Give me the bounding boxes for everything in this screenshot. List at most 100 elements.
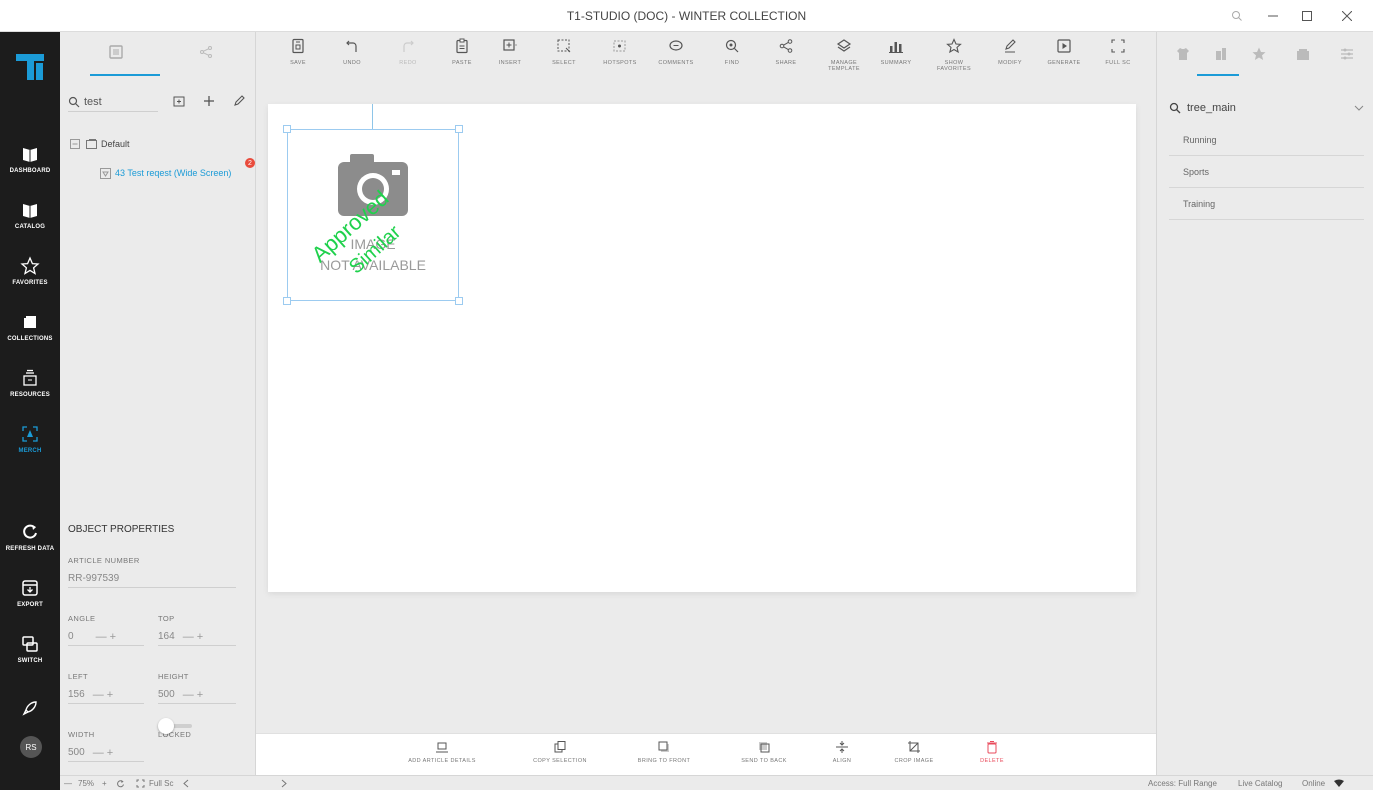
height-stepper[interactable]: — + <box>183 689 203 701</box>
search-icon <box>68 96 80 108</box>
align-button[interactable]: ALIGN <box>802 740 882 772</box>
pen-icon <box>1002 38 1018 54</box>
left-stepper[interactable]: — + <box>93 689 113 701</box>
document-tab-icon[interactable] <box>108 44 128 64</box>
star-tab-icon[interactable] <box>1251 46 1267 62</box>
nav-export[interactable]: EXPORT <box>0 578 60 628</box>
save-label: SAVE <box>290 60 306 66</box>
nav-launch[interactable] <box>0 698 60 722</box>
copy-selection-button[interactable]: COPY SELECTION <box>520 740 600 772</box>
rocket-icon <box>20 698 40 718</box>
folder-tab-icon[interactable] <box>1295 46 1311 62</box>
delete-button[interactable]: DELETE <box>952 740 1032 772</box>
trash-icon <box>985 740 999 754</box>
collections-icon <box>20 312 40 332</box>
crop-icon <box>907 740 921 754</box>
left-field[interactable]: 156 — + <box>68 686 144 704</box>
locked-toggle[interactable] <box>158 718 194 734</box>
bring-to-front-button[interactable]: BRING TO FRONT <box>624 740 704 772</box>
article-number-field[interactable]: RR-997539 <box>68 570 236 588</box>
page-icon <box>100 167 111 179</box>
nav-dashboard[interactable]: DASHBOARD <box>0 144 60 194</box>
filter-tab-icon[interactable] <box>1339 46 1355 62</box>
tree-select[interactable]: tree_main <box>1169 98 1364 118</box>
resize-handle-bottom-left[interactable] <box>283 297 291 305</box>
undo-icon <box>344 38 360 54</box>
show-favorites-button[interactable]: SHOW FAVORITES <box>926 38 982 84</box>
shirt-tab-icon[interactable] <box>1175 46 1191 62</box>
width-stepper[interactable]: — + <box>93 747 113 759</box>
nav-resources[interactable]: RESOURCES <box>0 368 60 418</box>
summary-button[interactable]: SUMMARY <box>868 38 924 84</box>
save-button[interactable]: SAVE <box>270 38 326 84</box>
refresh-icon <box>20 522 40 542</box>
list-item[interactable]: Training <box>1169 188 1364 220</box>
paste-label: PASTE <box>452 60 472 66</box>
add-icon[interactable] <box>202 94 218 110</box>
building-tab-icon[interactable] <box>1213 46 1229 62</box>
top-stepper[interactable]: — + <box>183 631 203 643</box>
insert-button[interactable]: INSERT <box>482 38 538 84</box>
edit-icon[interactable] <box>232 94 248 110</box>
redo-button[interactable]: REDO <box>380 38 436 84</box>
generate-button[interactable]: GENERATE <box>1036 38 1092 84</box>
list-item[interactable]: Sports <box>1169 156 1364 188</box>
hotspots-button[interactable]: HOTSPOTS <box>592 38 648 84</box>
minimize-button[interactable] <box>1262 6 1284 26</box>
undo-button[interactable]: UNDO <box>324 38 380 84</box>
add-article-details-button[interactable]: ADD ARTICLE DETAILS <box>402 740 482 772</box>
share-tab-icon[interactable] <box>198 44 218 64</box>
top-field[interactable]: 164 — + <box>158 628 236 646</box>
chevron-down-icon[interactable] <box>1354 103 1364 113</box>
comments-button[interactable]: COMMENTS <box>648 38 704 84</box>
nav-merch[interactable]: MERCH <box>0 424 60 474</box>
chevron-right-icon[interactable] <box>280 779 288 788</box>
manage-template-button[interactable]: MANAGE TEMPLATE <box>816 38 872 84</box>
resize-handle-top-left[interactable] <box>283 125 291 133</box>
close-button[interactable] <box>1336 6 1358 26</box>
avatar[interactable]: RS <box>20 736 42 758</box>
zoom-out-button[interactable]: — <box>64 779 72 788</box>
add-page-icon[interactable] <box>172 94 188 110</box>
nav-switch[interactable]: SWITCH <box>0 634 60 684</box>
collapse-icon[interactable] <box>70 139 80 149</box>
fullscreen-small-icon[interactable] <box>136 779 145 788</box>
full-screen-button[interactable]: FULL SC <box>1090 38 1146 84</box>
find-button[interactable]: FIND <box>704 38 760 84</box>
nav-collections[interactable]: COLLECTIONS <box>0 312 60 362</box>
height-field[interactable]: 500 — + <box>158 686 236 704</box>
nav-label: COLLECTIONS <box>7 336 53 342</box>
modify-button[interactable]: MODIFY <box>982 38 1038 84</box>
nav-favorites[interactable]: FAVORITES <box>0 256 60 306</box>
tree-item-default[interactable]: Default <box>70 137 250 151</box>
list-item[interactable]: Running <box>1169 124 1364 156</box>
angle-stepper[interactable]: — + <box>96 631 116 643</box>
nav-refresh-data[interactable]: REFRESH DATA <box>0 522 60 572</box>
zoom-in-button[interactable]: + <box>102 779 107 788</box>
full-screen-label[interactable]: Full Sc <box>149 779 173 788</box>
nav-catalog[interactable]: CATALOG <box>0 200 60 250</box>
resources-icon <box>20 368 40 388</box>
dashboard-icon <box>20 144 40 164</box>
action-label: COPY SELECTION <box>533 758 587 764</box>
nav-label: SWITCH <box>17 658 43 664</box>
chevron-left-icon[interactable] <box>182 779 190 788</box>
send-to-back-button[interactable]: SEND TO BACK <box>724 740 804 772</box>
share-button[interactable]: SHARE <box>758 38 814 84</box>
nav-label: DASHBOARD <box>9 168 51 174</box>
share-label: SHARE <box>775 60 797 66</box>
width-field[interactable]: 500 — + <box>68 744 144 762</box>
fullscreen-icon <box>1110 38 1126 54</box>
tree-search-input[interactable]: test <box>68 92 158 112</box>
resize-handle-bottom-right[interactable] <box>455 297 463 305</box>
select-button[interactable]: SELECT <box>536 38 592 84</box>
zoom-search-icon[interactable] <box>1226 6 1248 26</box>
tree-item-test-request[interactable]: 43 Test reqest (Wide Screen) <box>100 166 256 180</box>
crop-image-button[interactable]: CROP IMAGE <box>874 740 954 772</box>
maximize-button[interactable] <box>1296 6 1318 26</box>
reset-zoom-icon[interactable] <box>116 779 125 788</box>
resize-handle-top-right[interactable] <box>455 125 463 133</box>
angle-field[interactable]: 0 — + <box>68 628 144 646</box>
switch-icon <box>20 634 40 654</box>
article-number-label: ARTICLE NUMBER <box>68 556 140 565</box>
